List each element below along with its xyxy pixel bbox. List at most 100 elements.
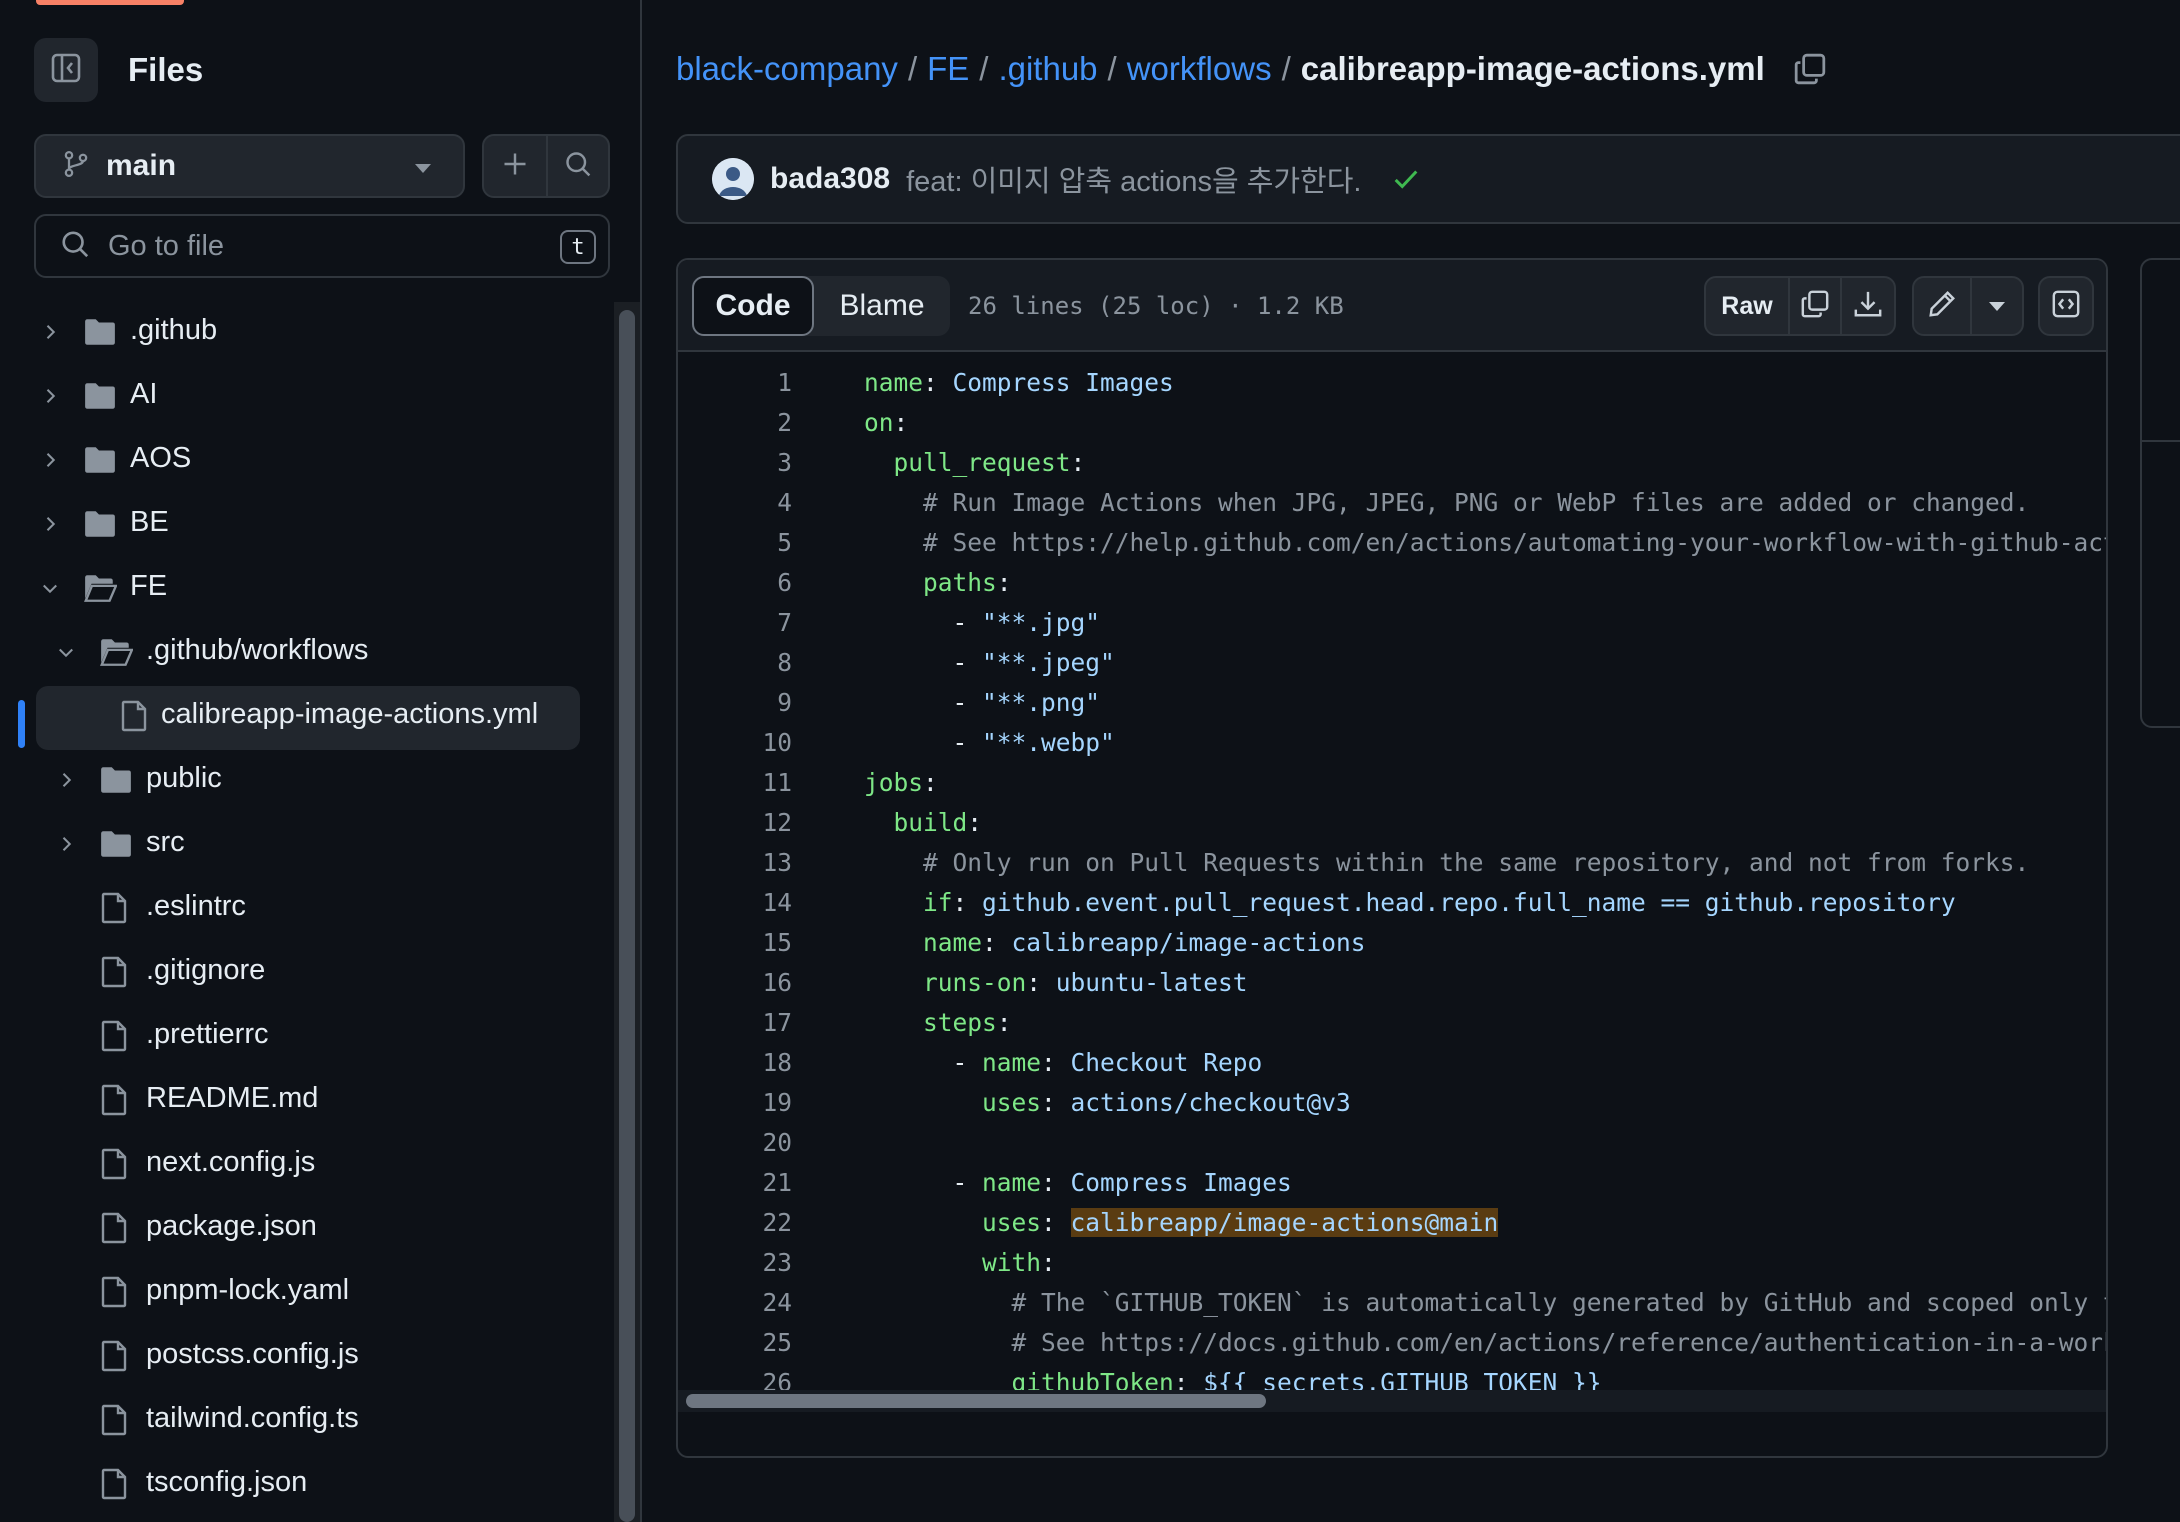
- line-text: # Run Image Actions when JPG, JPEG, PNG …: [923, 487, 2030, 517]
- download-button[interactable]: [1840, 278, 1894, 334]
- line-number[interactable]: 19: [678, 1088, 792, 1117]
- tree-item-tsconfig-json[interactable]: tsconfig.json: [0, 1454, 620, 1514]
- tree-item-github-workflows[interactable]: .github/workflows: [0, 622, 620, 682]
- chevron-right-icon[interactable]: [38, 384, 62, 408]
- code-line: 17 steps:: [678, 1002, 2106, 1042]
- line-number[interactable]: 3: [678, 448, 792, 477]
- copy-raw-button[interactable]: [1788, 278, 1840, 334]
- line-number[interactable]: 5: [678, 528, 792, 557]
- line-number[interactable]: 15: [678, 928, 792, 957]
- avatar[interactable]: [712, 158, 754, 200]
- check-icon[interactable]: [1391, 164, 1421, 194]
- branch-selector[interactable]: main: [34, 134, 465, 198]
- line-text: paths:: [923, 567, 1012, 597]
- chevron-right-icon[interactable]: [38, 320, 62, 344]
- copy-path-icon[interactable]: [1793, 52, 1827, 86]
- line-number[interactable]: 25: [678, 1328, 792, 1357]
- tree-item-pnpm-lock-yaml[interactable]: pnpm-lock.yaml: [0, 1262, 620, 1322]
- tree-item-next-config-js[interactable]: next.config.js: [0, 1134, 620, 1194]
- line-number[interactable]: 1: [678, 368, 792, 397]
- breadcrumb-link-github[interactable]: .github: [998, 50, 1097, 88]
- collapse-sidebar-button[interactable]: [34, 38, 98, 102]
- breadcrumb-current-file: calibreapp-image-actions.yml: [1300, 50, 1765, 87]
- add-file-button[interactable]: [484, 136, 546, 196]
- line-number[interactable]: 21: [678, 1168, 792, 1197]
- code-content[interactable]: 1 name: Compress Images 2 on: 3 pull_request…: [678, 354, 2108, 1414]
- code-line: 13 # Only run on Pull Requests within th…: [678, 842, 2106, 882]
- side-panel-row: [2142, 510, 2180, 580]
- file-viewer: Code Blame 26 lines (25 loc) · 1.2 KB Ra…: [676, 258, 2108, 1458]
- tree-item-tailwind-config-ts[interactable]: tailwind.config.ts: [0, 1390, 620, 1450]
- tree-item-be[interactable]: BE: [0, 494, 620, 554]
- chevron-right-icon[interactable]: [38, 512, 62, 536]
- line-number[interactable]: 17: [678, 1008, 792, 1037]
- tree-item-postcss-config-js[interactable]: postcss.config.js: [0, 1326, 620, 1386]
- tree-item-public[interactable]: public: [0, 750, 620, 810]
- line-number[interactable]: 16: [678, 968, 792, 997]
- tree-item-eslintrc[interactable]: .eslintrc: [0, 878, 620, 938]
- raw-button[interactable]: Raw: [1706, 278, 1788, 334]
- line-text: # See https://docs.github.com/en/actions…: [1011, 1327, 2108, 1357]
- symbols-side-panel[interactable]: [2140, 258, 2180, 728]
- chevron-right-icon[interactable]: [54, 832, 78, 856]
- tab-code[interactable]: Code: [692, 276, 814, 336]
- line-number[interactable]: 10: [678, 728, 792, 757]
- chevron-down-icon[interactable]: [54, 640, 78, 664]
- file-icon: [96, 956, 132, 988]
- tree-item-label: .eslintrc: [146, 890, 246, 922]
- line-number[interactable]: 22: [678, 1208, 792, 1237]
- line-text: if: github.event.pull_request.head.repo.…: [923, 887, 1956, 917]
- breadcrumb-link-fe[interactable]: FE: [927, 50, 969, 88]
- line-number[interactable]: 24: [678, 1288, 792, 1317]
- line-number[interactable]: 14: [678, 888, 792, 917]
- tree-item-calibreapp-image-actions-yml[interactable]: calibreapp-image-actions.yml: [0, 686, 620, 750]
- latest-commit-box: bada308 feat: 이미지 압축 actions을 추가한다.: [676, 134, 2180, 224]
- tree-item-prettierrc[interactable]: .prettierrc: [0, 1006, 620, 1066]
- file-icon: [96, 1148, 132, 1180]
- line-number[interactable]: 11: [678, 768, 792, 797]
- breadcrumb-link-black-company[interactable]: black-company: [676, 50, 898, 88]
- line-number[interactable]: 12: [678, 808, 792, 837]
- edit-options-dropdown[interactable]: [1970, 278, 2022, 334]
- line-number[interactable]: 23: [678, 1248, 792, 1277]
- tree-item-fe[interactable]: FE: [0, 558, 620, 618]
- tree-item-github[interactable]: .github: [0, 302, 620, 362]
- line-number[interactable]: 9: [678, 688, 792, 717]
- copy-icon: [1800, 289, 1830, 324]
- file-stats: 26 lines (25 loc) · 1.2 KB: [968, 292, 1344, 320]
- folder-icon: [82, 444, 118, 476]
- symbols-panel-button[interactable]: [2040, 278, 2092, 334]
- chevron-right-icon[interactable]: [54, 768, 78, 792]
- line-text: jobs:: [864, 767, 938, 797]
- line-number[interactable]: 8: [678, 648, 792, 677]
- line-text: runs-on: ubuntu-latest: [923, 967, 1248, 997]
- go-to-file-input[interactable]: Go to file t: [34, 214, 610, 278]
- line-number[interactable]: 13: [678, 848, 792, 877]
- tree-item-src[interactable]: src: [0, 814, 620, 874]
- line-number[interactable]: 2: [678, 408, 792, 437]
- code-horizontal-scrollbar-thumb[interactable]: [686, 1394, 1266, 1408]
- line-number[interactable]: 18: [678, 1048, 792, 1077]
- chevron-down-icon[interactable]: [38, 576, 62, 600]
- tree-item-label: postcss.config.js: [146, 1338, 359, 1370]
- line-number[interactable]: 7: [678, 608, 792, 637]
- tree-item-ai[interactable]: AI: [0, 366, 620, 426]
- keyboard-shortcut-hint: t: [560, 230, 596, 264]
- tree-item-package-json[interactable]: package.json: [0, 1198, 620, 1258]
- line-number[interactable]: 4: [678, 488, 792, 517]
- tree-item-readme-md[interactable]: README.md: [0, 1070, 620, 1130]
- sidebar-scrollbar-thumb[interactable]: [619, 310, 635, 1522]
- edit-file-button[interactable]: [1914, 278, 1970, 334]
- commit-message[interactable]: feat: 이미지 압축 actions을 추가한다.: [906, 158, 1361, 200]
- breadcrumb-link-workflows[interactable]: workflows: [1127, 50, 1272, 88]
- commit-author[interactable]: bada308: [770, 162, 890, 196]
- tree-item-aos[interactable]: AOS: [0, 430, 620, 490]
- line-number[interactable]: 20: [678, 1128, 792, 1157]
- search-files-button[interactable]: [546, 136, 608, 196]
- sidebar-header: Files: [34, 38, 203, 102]
- line-number[interactable]: 6: [678, 568, 792, 597]
- chevron-right-icon[interactable]: [38, 448, 62, 472]
- tree-item-gitignore[interactable]: .gitignore: [0, 942, 620, 1002]
- line-text: steps:: [923, 1007, 1012, 1037]
- tab-blame[interactable]: Blame: [814, 276, 950, 336]
